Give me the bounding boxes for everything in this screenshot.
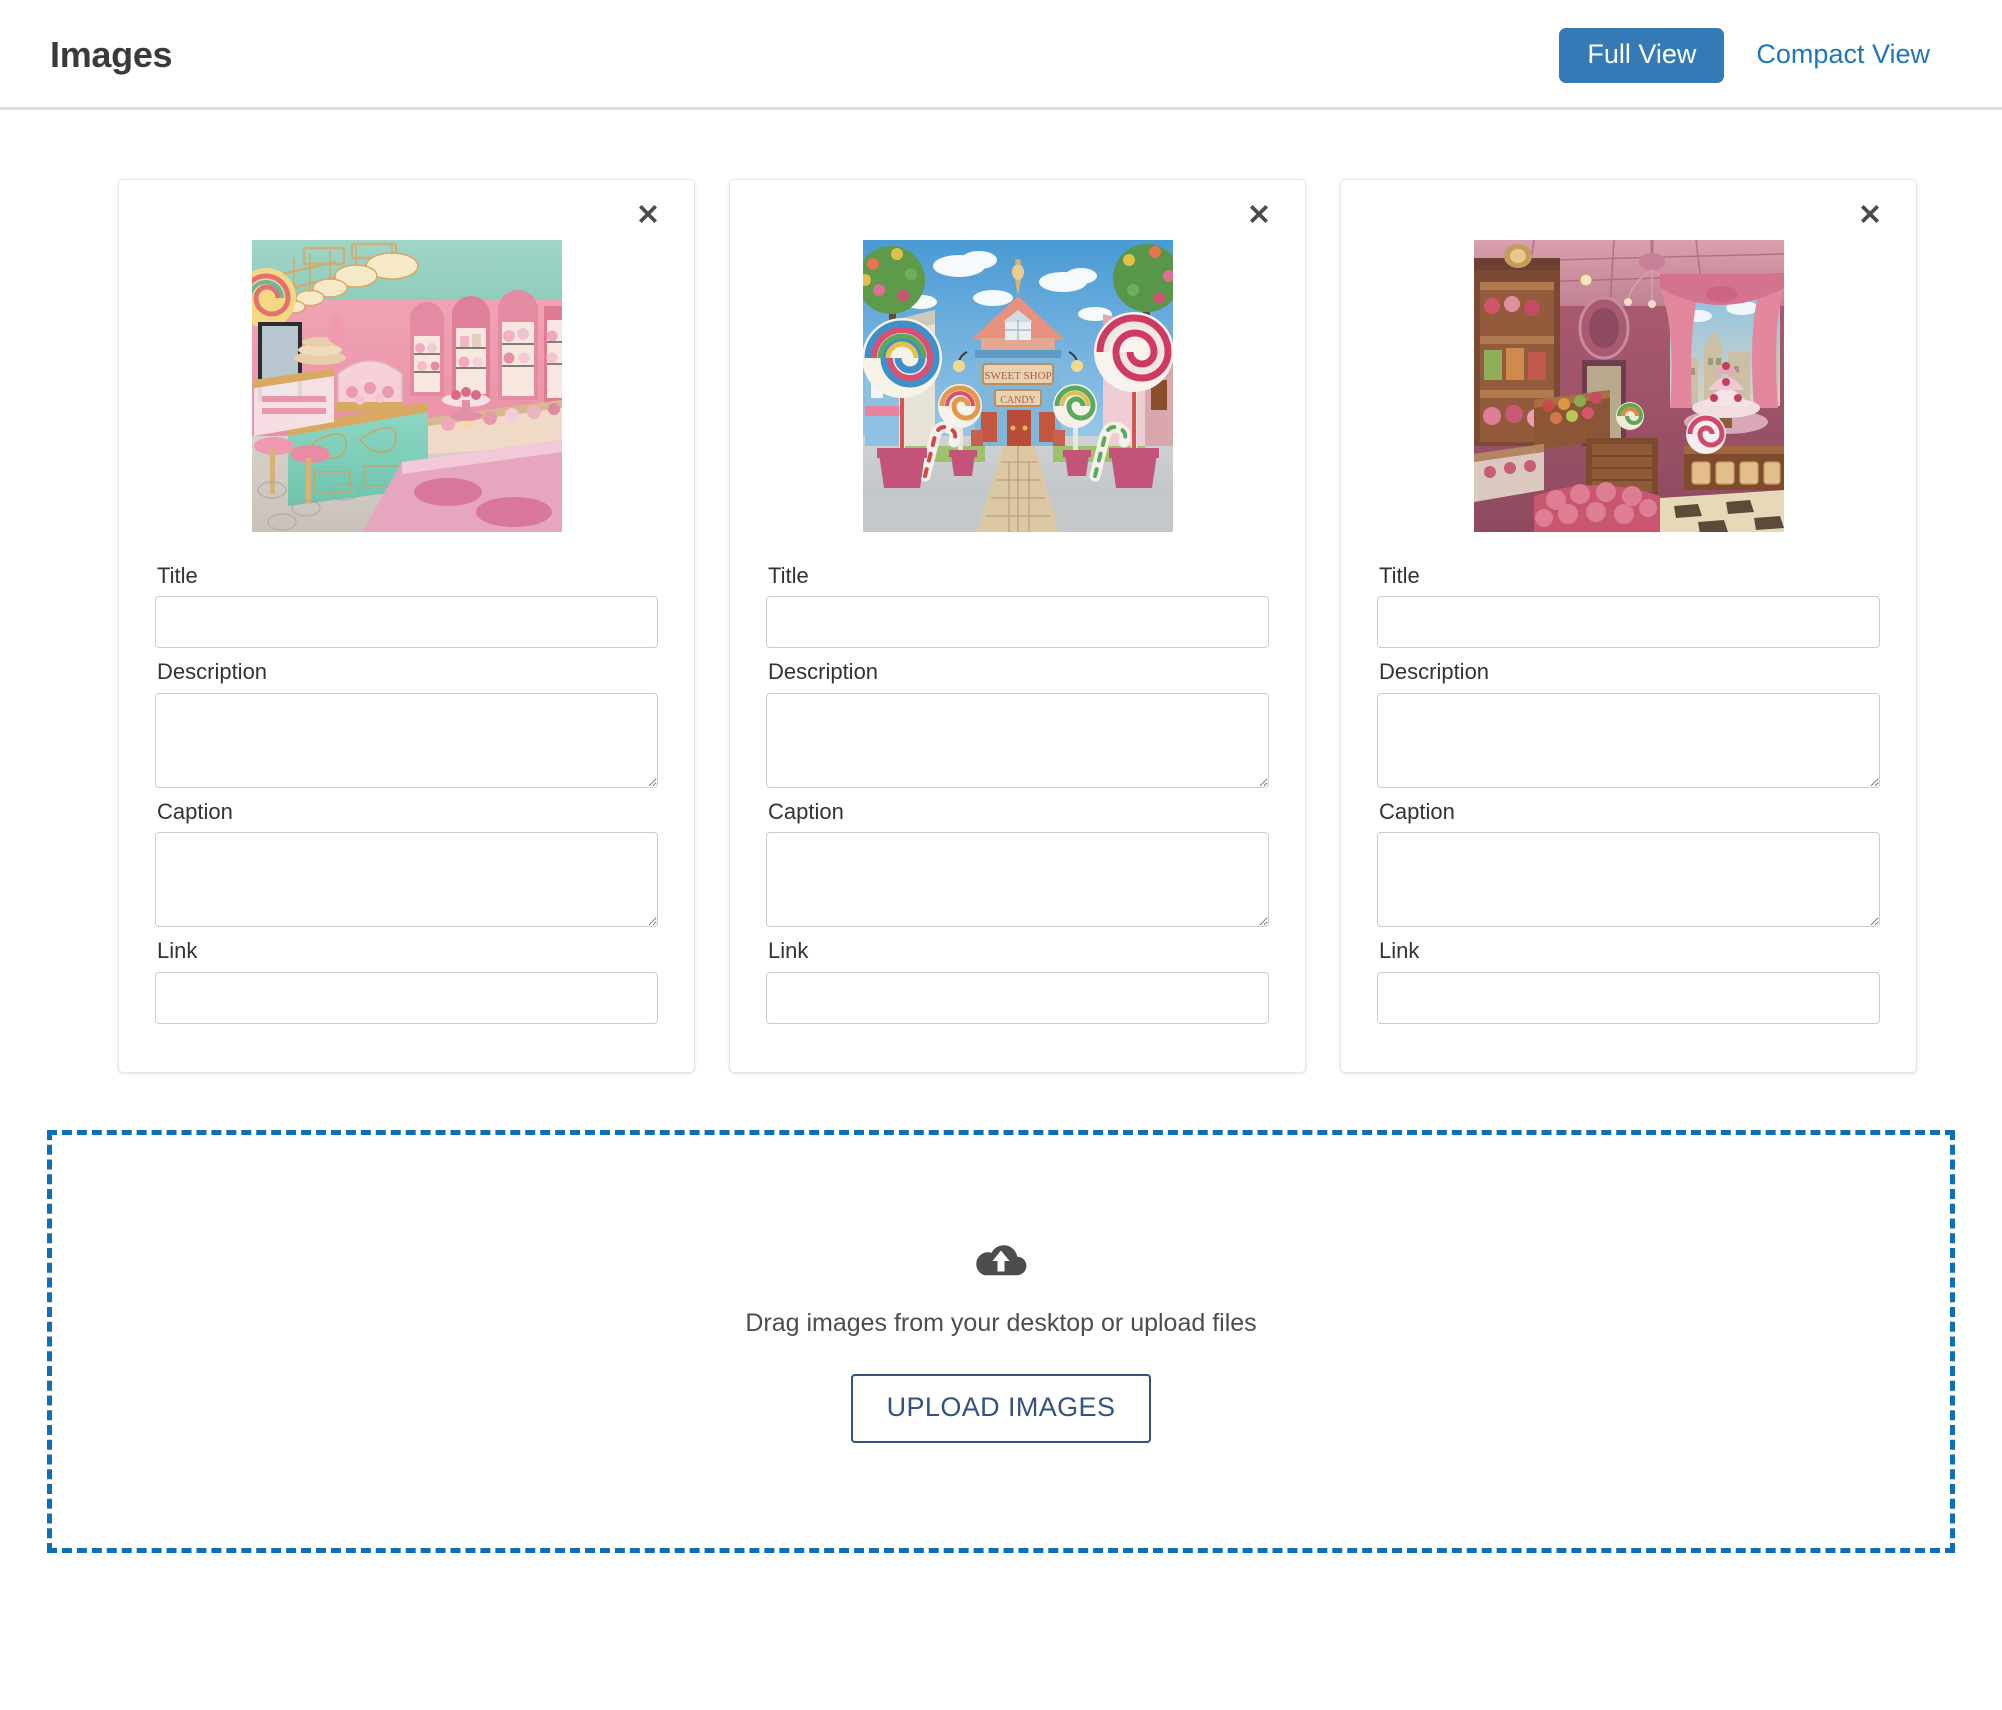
description-label: Description: [1379, 659, 1490, 685]
link-input[interactable]: [766, 971, 1269, 1024]
title-field: Title: [766, 554, 1269, 649]
link-field: Link: [766, 929, 1269, 1024]
image-dropzone[interactable]: Drag images from your desktop or upload …: [47, 1129, 1955, 1553]
caption-field: Caption: [155, 790, 658, 928]
link-label: Link: [768, 938, 809, 964]
view-switch: Full View Compact View: [1559, 27, 1940, 83]
full-view-button[interactable]: Full View: [1559, 27, 1725, 83]
title-label: Title: [157, 563, 198, 588]
link-label: Link: [157, 938, 198, 964]
caption-label: Caption: [157, 798, 233, 824]
card-image[interactable]: SWEET SHOP CANDY: [862, 240, 1173, 532]
image-card: Title Description Caption Link: [1340, 179, 1917, 1073]
caption-label: Caption: [768, 798, 844, 824]
card-image[interactable]: [1473, 240, 1784, 532]
description-field: Description: [1377, 650, 1880, 788]
cloud-upload-icon: [973, 1240, 1029, 1282]
caption-input[interactable]: [1377, 832, 1880, 928]
link-input[interactable]: [155, 971, 658, 1024]
caption-input[interactable]: [766, 832, 1269, 928]
close-icon[interactable]: [1239, 194, 1279, 234]
thumbnail-wrapper: [155, 240, 658, 532]
caption-input[interactable]: [155, 832, 658, 928]
description-label: Description: [157, 659, 268, 685]
link-field: Link: [1377, 929, 1880, 1024]
title-input[interactable]: [766, 596, 1269, 649]
link-label: Link: [1379, 938, 1420, 964]
title-label: Title: [1379, 563, 1420, 588]
dropzone-container: Drag images from your desktop or upload …: [0, 1073, 2002, 1553]
card-image[interactable]: [251, 240, 562, 532]
description-input[interactable]: [155, 692, 658, 788]
page-title: Images: [50, 34, 173, 75]
upload-images-button[interactable]: UPLOAD IMAGES: [850, 1373, 1152, 1443]
caption-field: Caption: [1377, 790, 1880, 928]
link-field: Link: [155, 929, 658, 1024]
title-field: Title: [155, 554, 658, 649]
description-field: Description: [766, 650, 1269, 788]
title-field: Title: [1377, 554, 1880, 649]
title-input[interactable]: [1377, 596, 1880, 649]
description-label: Description: [768, 659, 879, 685]
title-input[interactable]: [155, 596, 658, 649]
thumbnail-wrapper: SWEET SHOP CANDY: [766, 240, 1269, 532]
description-input[interactable]: [1377, 692, 1880, 788]
close-icon[interactable]: [1850, 194, 1890, 234]
page-header: Images Full View Compact View: [0, 0, 2002, 110]
svg-text:CANDY: CANDY: [1000, 395, 1036, 406]
thumbnail-wrapper: [1377, 240, 1880, 532]
description-field: Description: [155, 650, 658, 788]
description-input[interactable]: [766, 692, 1269, 788]
image-card: Title Description Caption Link: [118, 179, 695, 1073]
svg-text:SWEET SHOP: SWEET SHOP: [984, 370, 1051, 382]
image-card-list: Title Description Caption Link SWEET SHO…: [0, 110, 2002, 1073]
image-card: SWEET SHOP CANDY Title Description Capti…: [729, 179, 1306, 1073]
compact-view-button[interactable]: Compact View: [1746, 28, 1940, 83]
caption-field: Caption: [766, 790, 1269, 928]
title-label: Title: [768, 563, 809, 588]
link-input[interactable]: [1377, 971, 1880, 1024]
caption-label: Caption: [1379, 798, 1455, 824]
dropzone-text: Drag images from your desktop or upload …: [745, 1308, 1257, 1337]
close-icon[interactable]: [628, 194, 668, 234]
